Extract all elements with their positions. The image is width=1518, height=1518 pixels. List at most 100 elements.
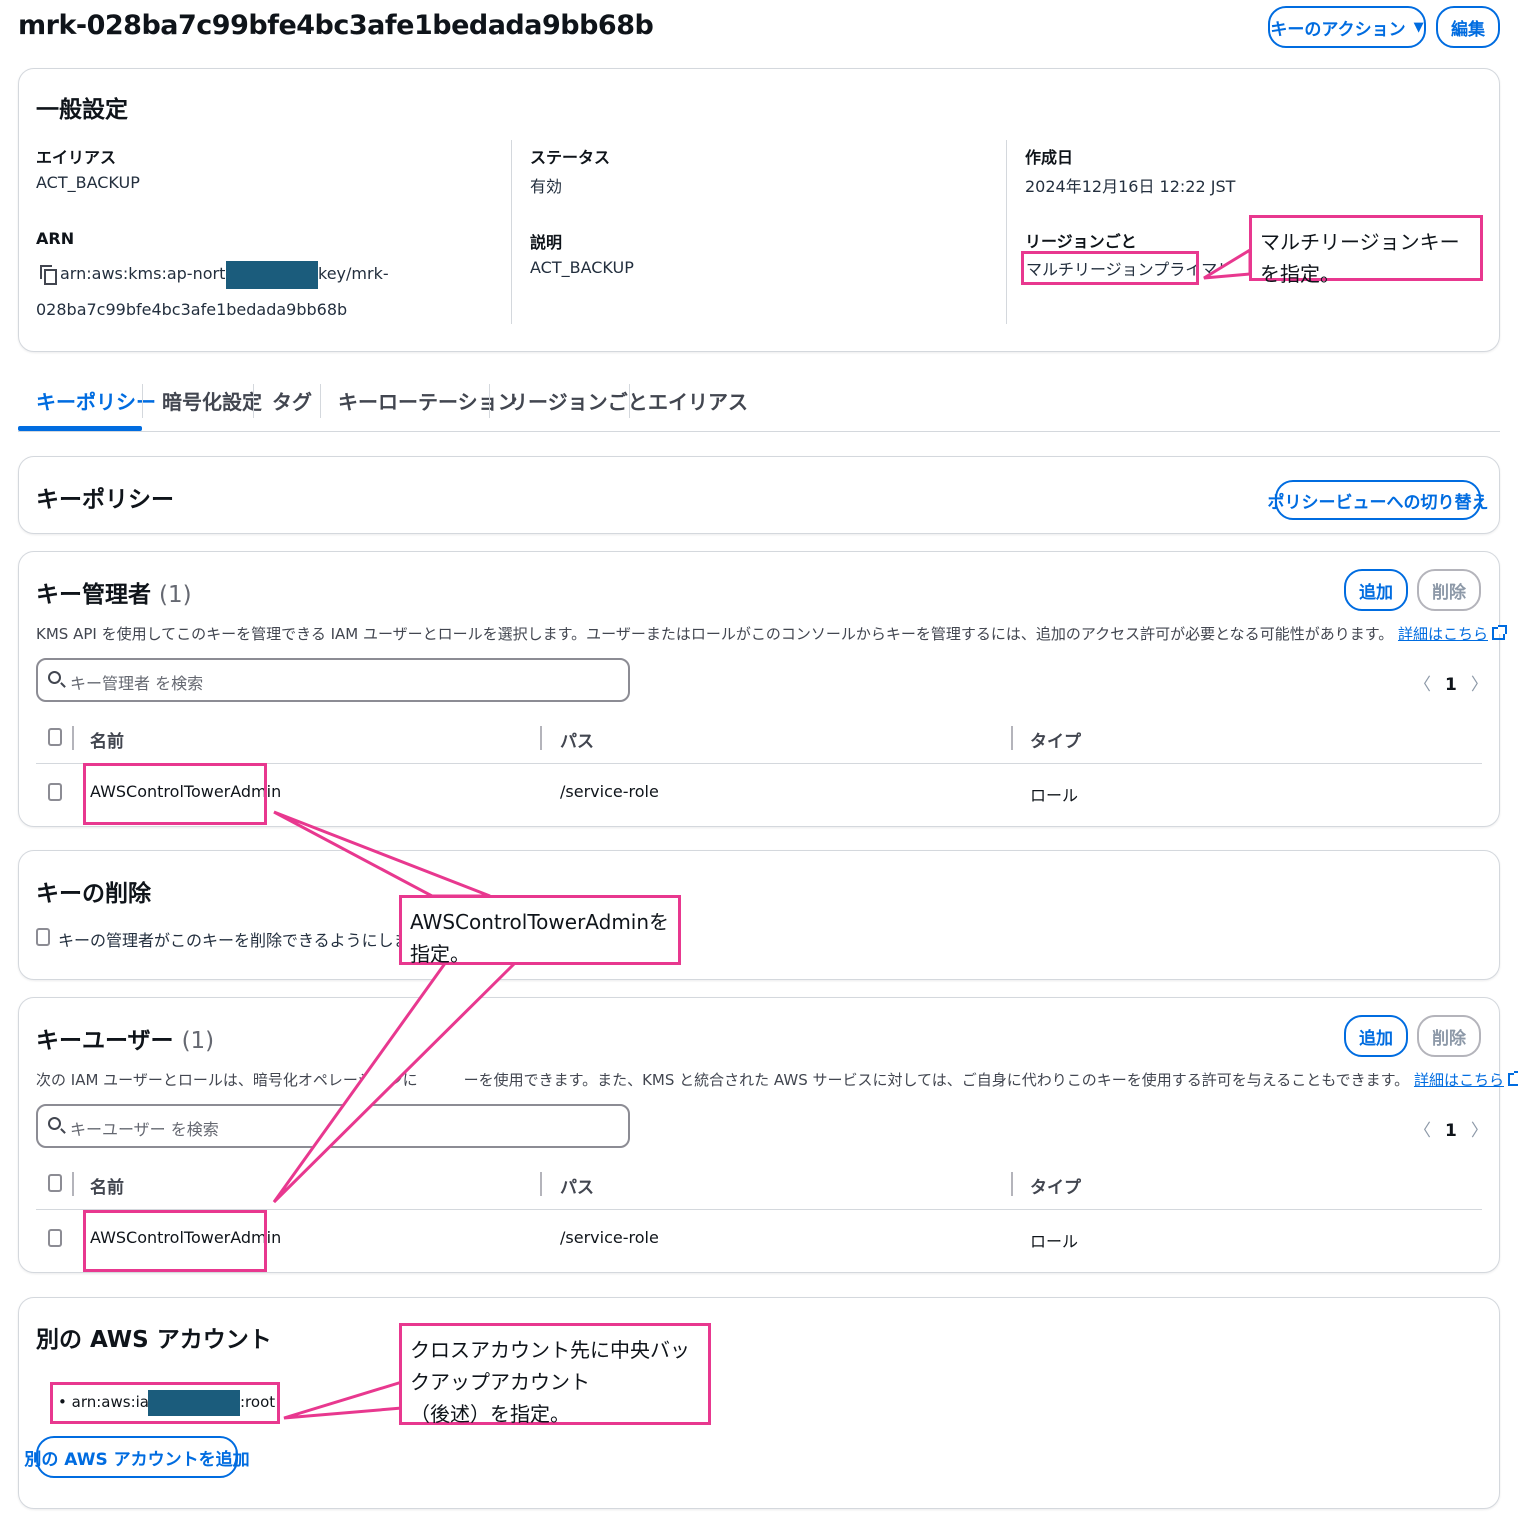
- delete-key-user-button[interactable]: 削除: [1417, 1015, 1481, 1057]
- tab-active-indicator: [18, 426, 142, 431]
- column-separator[interactable]: [540, 1172, 542, 1196]
- search-icon: [48, 1117, 61, 1130]
- tab-separator: [629, 384, 630, 418]
- chevron-right-icon[interactable]: 〉: [1471, 675, 1488, 695]
- tab-key-policy[interactable]: キーポリシー: [36, 386, 156, 415]
- column-divider: [511, 140, 512, 324]
- arn-value-suffix: key/mrk-: [318, 264, 389, 283]
- key-user-search-placeholder: キーユーザー を検索: [70, 1120, 219, 1139]
- key-actions-button[interactable]: キーのアクション ▼: [1268, 6, 1426, 48]
- highlight-key-admin: [83, 763, 267, 825]
- arn-label: ARN: [36, 229, 75, 248]
- add-key-admin-button[interactable]: 追加: [1344, 569, 1408, 611]
- allow-admin-delete-checkbox[interactable]: [36, 928, 50, 946]
- search-icon: [48, 671, 61, 684]
- tab-key-rotation[interactable]: キーローテーション: [338, 386, 518, 415]
- tab-separator: [320, 384, 321, 418]
- column-header-name[interactable]: 名前: [90, 727, 124, 752]
- key-users-description-text-b: ーを使用できます。また、KMS と統合された AWS サービスに対しては、ご自身…: [463, 1071, 1410, 1089]
- key-admin-search-input[interactable]: キー管理者 を検索: [36, 658, 630, 702]
- redacted-account-id: [226, 261, 318, 289]
- copy-icon[interactable]: [40, 265, 57, 285]
- created-label: 作成日: [1025, 148, 1074, 167]
- regionality-label: リージョンごと: [1025, 232, 1137, 251]
- add-key-user-button[interactable]: 追加: [1344, 1015, 1408, 1057]
- key-admin-row-path: /service-role: [560, 782, 659, 801]
- caret-down-icon: ▼: [1413, 19, 1424, 35]
- highlight-regionality: [1021, 251, 1199, 285]
- key-admins-pagination: 〈 1 〉: [1414, 670, 1488, 695]
- key-user-search-input[interactable]: キーユーザー を検索: [36, 1104, 630, 1148]
- key-users-count: (1): [181, 1028, 215, 1054]
- key-users-learn-more-link[interactable]: 詳細はこちら: [1414, 1071, 1504, 1089]
- column-header-path[interactable]: パス: [560, 1173, 594, 1198]
- add-other-account-button[interactable]: 別の AWS アカウントを追加: [24, 1436, 250, 1478]
- chevron-left-icon[interactable]: 〈: [1414, 1121, 1431, 1141]
- delete-key-admin-button[interactable]: 削除: [1417, 569, 1481, 611]
- key-user-row-type: ロール: [1030, 1232, 1079, 1251]
- tab-regionality[interactable]: リージョンごと: [508, 386, 648, 415]
- callout-cross-account: クロスアカウント先に中央バックアップアカウント （後述）を指定。: [399, 1323, 711, 1426]
- key-users-description: 次の IAM ユーザーとロールは、暗号化オペレーションに ーを使用できます。また、…: [36, 1069, 1518, 1090]
- key-admins-description: KMS API を使用してこのキーを管理できる IAM ユーザーとロールを選択し…: [36, 623, 1507, 644]
- row-checkbox[interactable]: [48, 1229, 62, 1247]
- status-value: 有効: [530, 177, 563, 196]
- column-header-type[interactable]: タイプ: [1030, 1173, 1081, 1198]
- alias-value: ACT_BACKUP: [36, 173, 140, 192]
- row-checkbox[interactable]: [48, 783, 62, 801]
- allow-admin-delete-label: キーの管理者がこのキーを削除できるようにします: [58, 931, 426, 950]
- switch-policy-view-button[interactable]: ポリシービューへの切り替え: [1268, 480, 1489, 520]
- column-separator: [72, 726, 74, 750]
- key-admin-search-placeholder: キー管理者 を検索: [70, 674, 204, 693]
- highlight-key-user: [83, 1210, 267, 1272]
- column-header-name[interactable]: 名前: [90, 1173, 124, 1198]
- callout-multi-region: マルチリージョンキーを指定。: [1249, 215, 1483, 286]
- tab-separator: [253, 384, 254, 418]
- key-admins-description-text: KMS API を使用してこのキーを管理できる IAM ユーザーとロールを選択し…: [36, 625, 1394, 643]
- key-users-pagination: 〈 1 〉: [1414, 1116, 1488, 1141]
- edit-button[interactable]: 編集: [1436, 6, 1500, 48]
- key-admin-row-type: ロール: [1030, 786, 1079, 805]
- column-separator[interactable]: [1011, 726, 1013, 750]
- tab-aliases[interactable]: エイリアス: [648, 386, 748, 415]
- tab-separator: [489, 384, 490, 418]
- select-all-checkbox[interactable]: [48, 1174, 62, 1192]
- column-header-path[interactable]: パス: [560, 727, 594, 752]
- key-users-description-text-a: 次の IAM ユーザーとロールは、暗号化オペレーションに: [36, 1071, 418, 1089]
- tab-separator: [142, 384, 143, 418]
- highlight-other-account: [50, 1382, 280, 1424]
- page-number[interactable]: 1: [1445, 1121, 1457, 1141]
- callout-admin: AWSControlTowerAdminを指定。: [399, 895, 681, 966]
- column-separator: [72, 1172, 74, 1196]
- page-number[interactable]: 1: [1445, 675, 1457, 695]
- callout-cross-account-line2: （後述）を指定。: [410, 1402, 570, 1426]
- chevron-right-icon[interactable]: 〉: [1471, 1121, 1488, 1141]
- general-settings-title: 一般設定: [36, 97, 128, 123]
- tab-tags[interactable]: タグ: [272, 386, 312, 415]
- key-admins-title-text: キー管理者: [36, 582, 151, 608]
- column-header-type[interactable]: タイプ: [1030, 727, 1081, 752]
- key-policy-title: キーポリシー: [36, 487, 174, 513]
- key-actions-label: キーのアクション: [1270, 19, 1406, 40]
- created-value: 2024年12月16日 12:22 JST: [1025, 177, 1236, 196]
- alias-label: エイリアス: [36, 148, 117, 167]
- other-accounts-title: 別の AWS アカウント: [36, 1327, 272, 1353]
- column-separator[interactable]: [540, 726, 542, 750]
- description-value: ACT_BACKUP: [530, 258, 634, 277]
- key-deletion-card: [18, 850, 1500, 980]
- tab-encryption[interactable]: 暗号化設定: [162, 386, 262, 415]
- chevron-left-icon[interactable]: 〈: [1414, 675, 1431, 695]
- key-users-title-text: キーユーザー: [36, 1028, 174, 1054]
- arn-value-line2: 028ba7c99bfe4bc3afe1bedada9bb68b: [36, 300, 348, 319]
- key-admins-learn-more-link[interactable]: 詳細はこちら: [1398, 625, 1488, 643]
- description-label: 説明: [530, 233, 563, 252]
- select-all-checkbox[interactable]: [48, 728, 62, 746]
- key-users-title: キーユーザー (1): [36, 1021, 214, 1055]
- key-admins-title: キー管理者 (1): [36, 575, 192, 609]
- key-user-row-path: /service-role: [560, 1228, 659, 1247]
- column-divider: [1006, 140, 1007, 324]
- key-deletion-title: キーの削除: [36, 881, 151, 907]
- tabs-baseline: [18, 431, 1500, 432]
- callout-cross-account-line1: クロスアカウント先に中央バックアップアカウント: [410, 1338, 690, 1394]
- column-separator[interactable]: [1011, 1172, 1013, 1196]
